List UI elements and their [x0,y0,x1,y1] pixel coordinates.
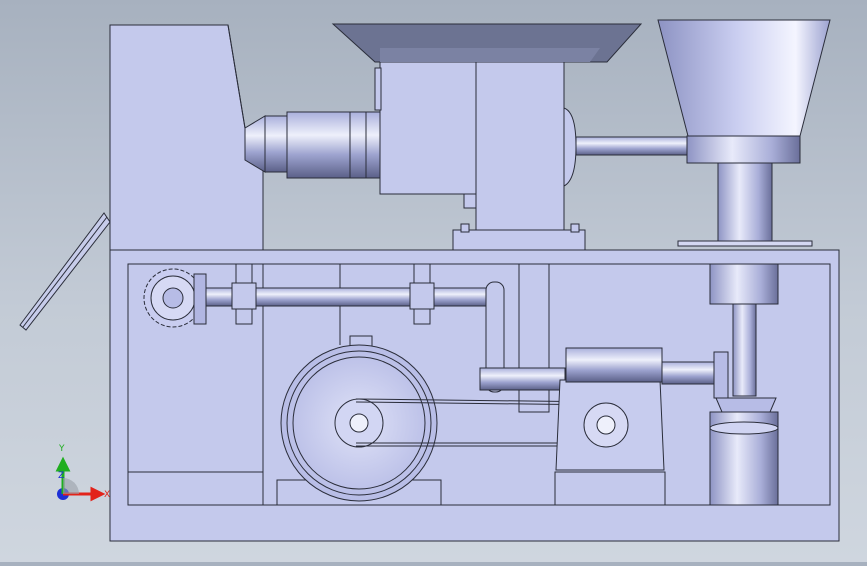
coordinate-triad: Y X Z [55,444,110,502]
gearbox-block [374,61,586,251]
cad-viewport[interactable]: Y X Z [0,0,867,562]
drive-gear [143,268,207,328]
y-axis-label: Y [58,444,65,454]
left-housing [109,24,264,251]
extruder-barrel [244,111,381,179]
z-axis-label: Z [58,471,64,481]
right-funnel [657,19,831,247]
x-axis-label: X [104,490,110,500]
machine-drawing: Y X Z [19,19,840,542]
feed-hopper [331,23,643,63]
discharge-chute [19,212,111,331]
transfer-shaft [575,136,692,156]
plane-indicator [63,478,79,494]
